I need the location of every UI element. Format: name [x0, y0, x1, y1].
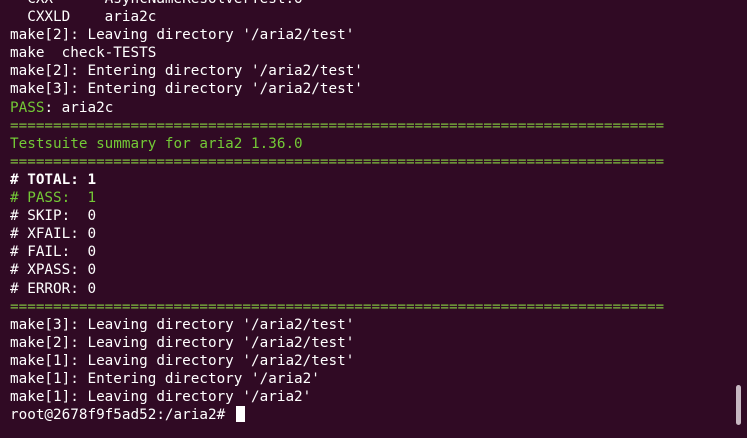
terminal-output: CXX AsyncNameResolverTest.o CXXLD aria2c… — [10, 0, 727, 424]
summary-skip: # SKIP: 0 — [10, 208, 97, 225]
summary-fail: # FAIL: 0 — [10, 244, 97, 261]
terminal-window[interactable]: CXX AsyncNameResolverTest.o CXXLD aria2c… — [0, 0, 747, 438]
summary-total: # TOTAL: 1 — [10, 171, 97, 188]
shell-prompt: root@2678f9f5ad52:/aria2# — [10, 407, 234, 424]
output-line: CXX AsyncNameResolverTest.o — [10, 0, 727, 8]
separator-rule: ========================================… — [10, 298, 665, 315]
summary-error: # ERROR: 0 — [10, 280, 97, 297]
pass-test-name: : aria2c — [44, 99, 114, 116]
output-line: make[2]: Leaving directory '/aria2/test' — [10, 27, 355, 44]
summary-xfail: # XFAIL: 0 — [10, 226, 97, 243]
output-line: make check-TESTS — [10, 45, 157, 62]
separator-rule: ========================================… — [10, 153, 665, 170]
testsuite-summary-title: Testsuite summary for aria2 1.36.0 — [10, 135, 303, 152]
output-line: make[2]: Entering directory '/aria2/test… — [10, 63, 363, 80]
separator-rule: ========================================… — [10, 117, 665, 134]
pass-line: PASS: aria2c — [10, 99, 727, 117]
output-line: make[1]: Leaving directory '/aria2/test' — [10, 352, 355, 369]
prompt-line[interactable]: root@2678f9f5ad52:/aria2# — [10, 406, 727, 424]
pass-label: PASS — [10, 99, 45, 116]
output-line: make[1]: Entering directory '/aria2' — [10, 370, 320, 387]
summary-xpass: # XPASS: 0 — [10, 262, 97, 279]
output-line: CXXLD aria2c — [10, 9, 157, 26]
scrollbar-track[interactable] — [731, 0, 747, 438]
output-line: make[1]: Leaving directory '/aria2' — [10, 389, 312, 406]
summary-pass: # PASS: 1 — [10, 190, 97, 207]
output-line: make[2]: Leaving directory '/aria2/test' — [10, 334, 355, 351]
scrollbar-thumb[interactable] — [736, 385, 741, 425]
output-line: make[3]: Leaving directory '/aria2/test' — [10, 316, 355, 333]
text-cursor — [235, 406, 245, 423]
output-line: make[3]: Entering directory '/aria2/test… — [10, 81, 363, 98]
